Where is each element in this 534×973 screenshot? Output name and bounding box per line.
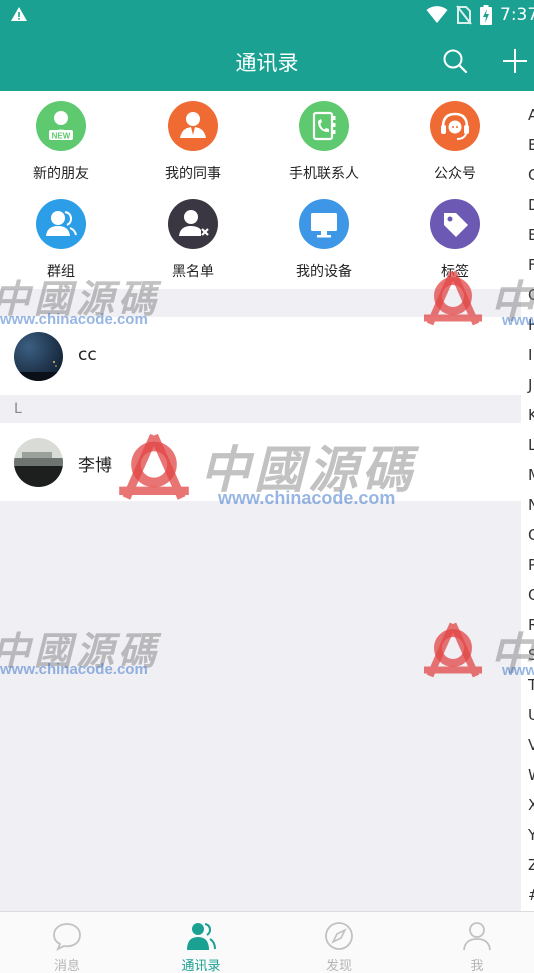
nav-item-me[interactable]: 我 xyxy=(410,912,534,973)
nav-item-contacts[interactable]: 通讯录 xyxy=(134,912,268,973)
index-letter[interactable]: T xyxy=(528,675,534,695)
section-letter: L xyxy=(14,401,22,417)
index-letter[interactable]: U xyxy=(528,705,534,725)
title-bar: 通讯录 xyxy=(0,30,534,91)
contact-row-cc[interactable]: cc xyxy=(0,317,521,395)
colleague-icon xyxy=(168,101,218,151)
index-letter[interactable]: Z xyxy=(528,855,534,875)
nav-label: 发现 xyxy=(325,959,352,973)
chat-bubble-icon xyxy=(53,923,81,951)
grid-item-label: 我的设备 xyxy=(296,264,352,280)
contact-name: 李博 xyxy=(78,456,112,476)
headset-icon xyxy=(430,101,480,151)
grid-item-label: 标签 xyxy=(441,264,469,280)
blacklist-icon xyxy=(168,199,218,249)
index-letter[interactable]: E xyxy=(528,225,534,245)
index-letter[interactable]: R xyxy=(528,615,534,635)
grid-item-label: 公众号 xyxy=(434,166,476,182)
contacts-icon xyxy=(187,923,216,950)
index-letter[interactable]: S xyxy=(528,645,534,665)
person-icon xyxy=(463,922,491,951)
index-letter[interactable]: # xyxy=(528,885,534,905)
contact-row-libo[interactable]: 李博 xyxy=(0,423,521,501)
index-letter[interactable]: C xyxy=(528,165,534,185)
index-letter[interactable]: L xyxy=(528,435,534,455)
grid-item-my-devices[interactable]: 我的设备 xyxy=(259,189,389,287)
index-letter[interactable]: B xyxy=(528,135,534,155)
alphabet-index[interactable]: ABCDEFGHIJKLMNOPQRSTUVWXYZ # xyxy=(521,91,534,911)
index-letter[interactable]: F xyxy=(528,255,534,275)
wifi-icon xyxy=(426,6,448,23)
index-letter[interactable]: X xyxy=(528,795,534,815)
grid-item-groups[interactable]: 群组 xyxy=(0,189,126,287)
index-letter[interactable]: N xyxy=(528,495,534,515)
warning-icon xyxy=(11,7,27,21)
new-friend-icon: NEW xyxy=(36,101,86,151)
index-letter[interactable]: W xyxy=(528,765,534,785)
index-letter[interactable]: Y xyxy=(528,825,534,845)
nav-item-discover[interactable]: 发现 xyxy=(272,912,406,973)
tag-icon xyxy=(430,199,480,249)
svg-text:NEW: NEW xyxy=(52,132,71,141)
screen: 7:37 通讯录 NEW 新的朋友 我的同事 手机联系人 公众号 群组 黑名单 … xyxy=(0,0,534,973)
monitor-icon xyxy=(299,199,349,249)
watermark-url: www.chinacode.com xyxy=(0,661,148,678)
nav-label: 通讯录 xyxy=(181,959,221,973)
index-letter[interactable]: G xyxy=(528,285,534,305)
index-letter[interactable]: J xyxy=(528,375,534,395)
index-letter[interactable]: V xyxy=(528,735,534,755)
compass-icon xyxy=(325,922,353,950)
grid-item-label: 手机联系人 xyxy=(289,166,359,182)
avatar xyxy=(14,332,63,381)
nav-item-messages[interactable]: 消息 xyxy=(0,912,134,973)
index-letter[interactable]: A xyxy=(528,105,534,125)
grid-item-new-friends[interactable]: NEW 新的朋友 xyxy=(0,91,126,189)
no-sim-icon xyxy=(456,5,472,25)
add-icon[interactable] xyxy=(502,48,528,74)
grid-item-official-accounts[interactable]: 公众号 xyxy=(390,91,520,189)
function-grid: NEW 新的朋友 我的同事 手机联系人 公众号 群组 黑名单 我的设备 标签 xyxy=(0,91,521,289)
search-icon[interactable] xyxy=(442,48,468,74)
index-letter[interactable]: D xyxy=(528,195,534,215)
grid-item-tags[interactable]: 标签 xyxy=(390,189,520,287)
phone-contacts-icon xyxy=(299,101,349,151)
index-letter[interactable]: O xyxy=(528,525,534,545)
grid-item-label: 我的同事 xyxy=(165,166,221,182)
section-header-l: L xyxy=(0,395,521,423)
watermark-text: 中國源碼 xyxy=(0,628,161,673)
status-bar: 7:37 xyxy=(0,0,534,30)
avatar xyxy=(14,438,63,487)
index-letter[interactable]: K xyxy=(528,405,534,425)
grid-item-colleagues[interactable]: 我的同事 xyxy=(128,91,258,189)
grid-item-phone-contacts[interactable]: 手机联系人 xyxy=(259,91,389,189)
group-icon xyxy=(36,199,86,249)
index-letter[interactable]: Q xyxy=(528,585,534,605)
status-time: 7:37 xyxy=(500,5,534,25)
grid-item-label: 新的朋友 xyxy=(33,166,89,182)
grid-item-blacklist[interactable]: 黑名单 xyxy=(128,189,258,287)
index-letter[interactable]: H xyxy=(528,315,534,335)
nav-label: 我 xyxy=(470,959,484,973)
battery-charging-icon xyxy=(480,5,492,25)
index-letter[interactable]: P xyxy=(528,555,534,575)
watermark-logo-icon xyxy=(424,622,482,678)
index-letter[interactable]: M xyxy=(528,465,534,485)
grid-item-label: 群组 xyxy=(47,264,75,280)
list-section-gap xyxy=(0,289,521,317)
bottom-nav: 消息 通讯录 发现 我 xyxy=(0,911,534,973)
index-letter[interactable]: I xyxy=(528,345,534,365)
nav-label: 消息 xyxy=(53,959,80,973)
contact-name: cc xyxy=(78,345,97,365)
grid-item-label: 黑名单 xyxy=(172,264,214,280)
